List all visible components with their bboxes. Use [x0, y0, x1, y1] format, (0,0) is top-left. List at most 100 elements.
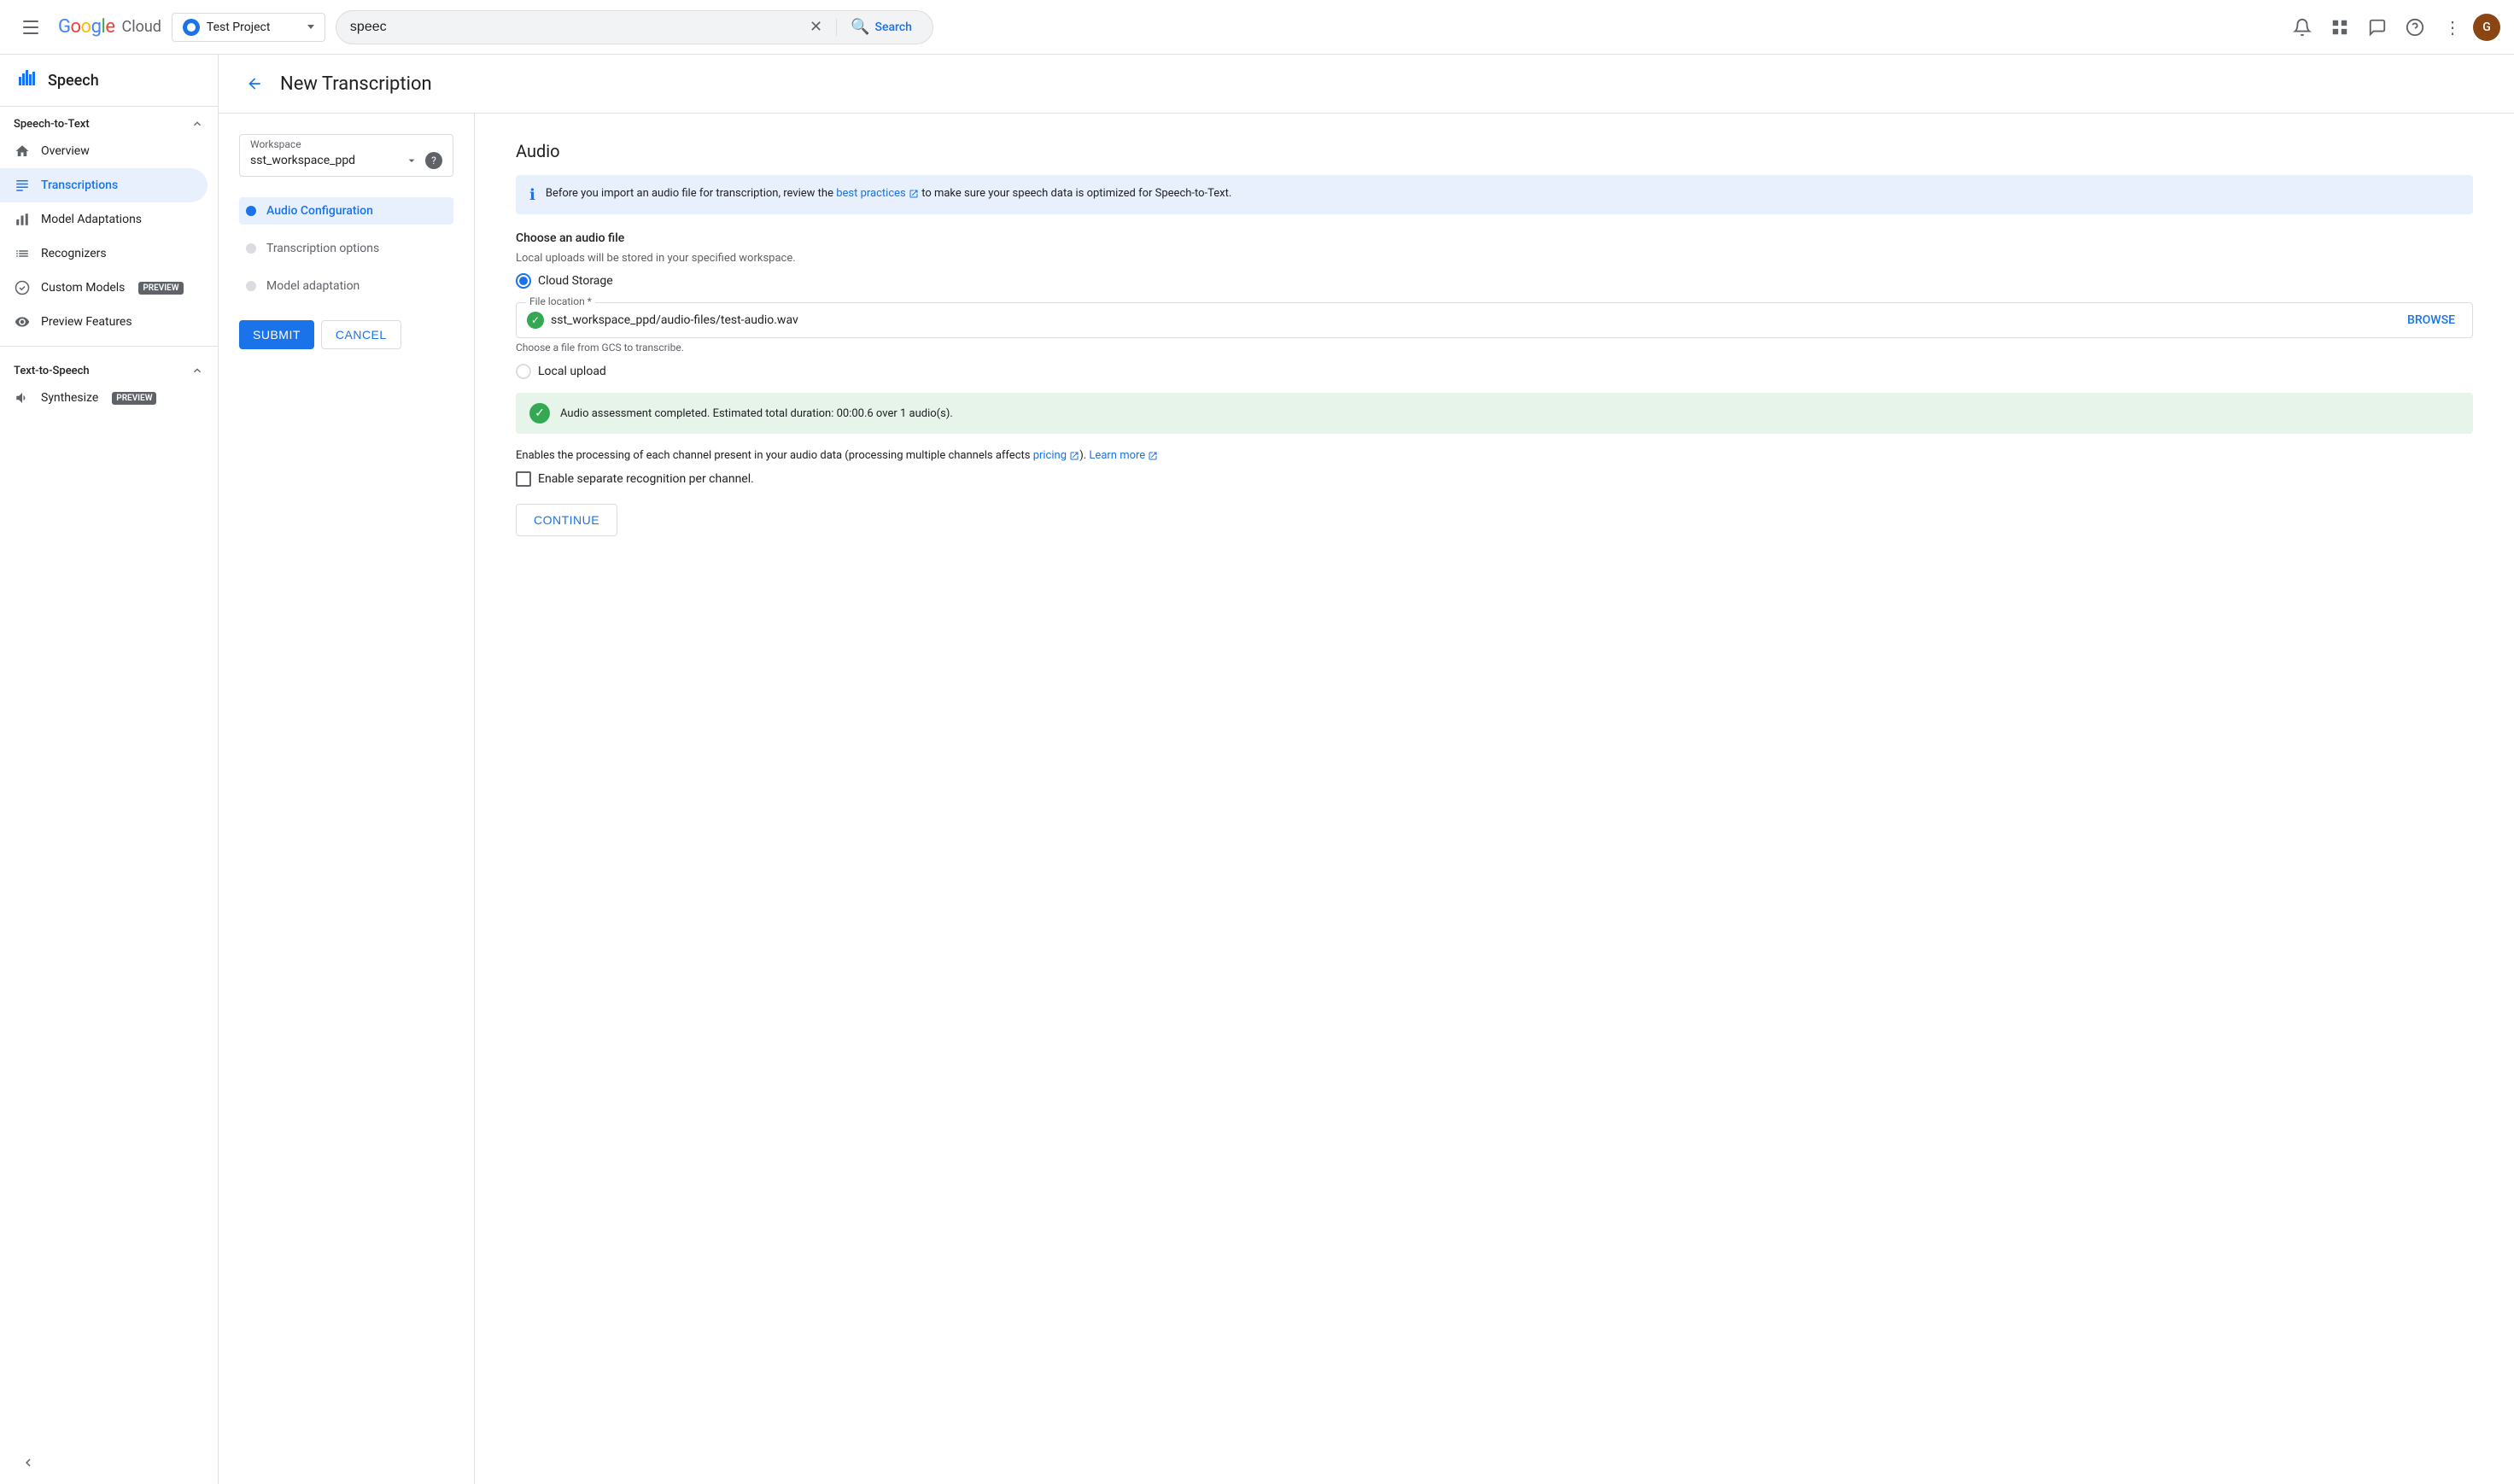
channel-checkbox[interactable] — [516, 471, 531, 487]
sidebar-header: Speech — [0, 55, 218, 107]
file-check-icon: ✓ — [527, 312, 544, 329]
search-input[interactable] — [350, 20, 803, 35]
divider — [0, 346, 218, 347]
project-selector[interactable]: Test Project — [172, 13, 325, 42]
wizard-content: Audio ℹ Before you import an audio file … — [475, 114, 2514, 1484]
visibility-icon — [14, 313, 31, 330]
synthesize-icon — [14, 389, 31, 406]
channel-section: Enables the processing of each channel p… — [516, 447, 2473, 487]
cloud-storage-radio[interactable] — [516, 273, 531, 289]
help-icon[interactable] — [2398, 10, 2432, 44]
channel-checkbox-row[interactable]: Enable separate recognition per channel. — [516, 471, 2473, 487]
google-cloud-logo[interactable]: Google Cloud — [58, 16, 161, 38]
sidebar-item-overview[interactable]: Overview — [0, 134, 208, 168]
sidebar-item-custom-models[interactable]: Custom Models PREVIEW — [0, 271, 208, 305]
notifications-icon[interactable] — [2285, 10, 2319, 44]
menu-button[interactable] — [14, 10, 48, 44]
file-location-container: File location * ✓ sst_workspace_ppd/audi… — [516, 302, 2473, 353]
step-label: Model adaptation — [266, 279, 360, 293]
sidebar-item-preview-features[interactable]: Preview Features — [0, 305, 208, 339]
cancel-button[interactable]: CANCEL — [321, 320, 401, 349]
wizard-steps: Audio Configuration Transcription option… — [239, 197, 453, 300]
more-vert-icon[interactable]: ⋮ — [2435, 10, 2470, 44]
top-navigation: Google Cloud Test Project ✕ 🔍 Search — [0, 0, 2514, 55]
workspace-help-icon[interactable]: ? — [425, 152, 442, 169]
sidebar-footer — [0, 1441, 218, 1484]
sidebar-item-recognizers[interactable]: Recognizers — [0, 237, 208, 271]
collapse-sidebar-button[interactable] — [14, 1448, 204, 1477]
choose-file-label: Choose an audio file — [516, 231, 2473, 245]
info-banner: ℹ Before you import an audio file for tr… — [516, 175, 2473, 214]
success-check-icon: ✓ — [529, 403, 550, 424]
file-helper-text: Choose a file from GCS to transcribe. — [516, 342, 2473, 353]
sidebar-item-label: Model Adaptations — [41, 213, 142, 226]
step-dot — [246, 243, 256, 254]
cloud-storage-option[interactable]: Cloud Storage — [516, 273, 2473, 289]
wizard-actions: SUBMIT CANCEL — [239, 320, 453, 349]
workspace-selector: Workspace sst_workspace_ppd ? — [239, 134, 453, 177]
channel-checkbox-label: Enable separate recognition per channel. — [538, 472, 754, 486]
step-label: Transcription options — [266, 242, 379, 255]
sidebar: Speech Speech-to-Text Overview Transcrip… — [0, 55, 219, 1484]
wizard-step-audio-config[interactable]: Audio Configuration — [239, 197, 453, 225]
sidebar-app-title: Speech — [48, 72, 99, 90]
wizard-step-transcription-options[interactable]: Transcription options — [239, 235, 453, 262]
sidebar-item-label: Overview — [41, 144, 90, 158]
audio-source-radio-group: Cloud Storage — [516, 273, 2473, 289]
workspace-dropdown-icon[interactable] — [405, 154, 418, 167]
continue-button[interactable]: CONTINUE — [516, 504, 617, 536]
wizard-left-panel: Workspace sst_workspace_ppd ? Audio Conf… — [219, 114, 475, 1484]
speech-to-text-section[interactable]: Speech-to-Text — [0, 107, 218, 134]
sidebar-item-synthesize[interactable]: Synthesize PREVIEW — [0, 381, 208, 415]
sidebar-item-label: Synthesize — [41, 391, 98, 405]
audio-title: Audio — [516, 141, 2473, 161]
best-practices-link[interactable]: best practices — [836, 187, 919, 200]
sidebar-item-transcriptions[interactable]: Transcriptions — [0, 168, 208, 202]
home-icon — [14, 143, 31, 160]
step-label: Audio Configuration — [266, 204, 373, 218]
submit-button[interactable]: SUBMIT — [239, 320, 314, 349]
custom-models-icon — [14, 279, 31, 296]
local-upload-radio[interactable] — [516, 364, 531, 379]
grid-icon[interactable] — [2323, 10, 2357, 44]
nav-icons: ⋮ G — [2285, 10, 2500, 44]
clear-search-icon[interactable]: ✕ — [803, 18, 829, 36]
channel-info-text: Enables the processing of each channel p… — [516, 447, 2473, 464]
main-layout: Speech Speech-to-Text Overview Transcrip… — [0, 55, 2514, 1484]
preview-badge: PREVIEW — [138, 282, 183, 295]
local-upload-radio-group: Local upload — [516, 364, 2473, 379]
bar-chart-icon — [14, 211, 31, 228]
success-banner: ✓ Audio assessment completed. Estimated … — [516, 393, 2473, 434]
content-area: New Transcription Workspace sst_workspac… — [219, 55, 2514, 1484]
page-title: New Transcription — [280, 73, 432, 95]
sidebar-item-label: Custom Models — [41, 281, 125, 295]
local-upload-note: Local uploads will be stored in your spe… — [516, 252, 2473, 265]
file-location-input[interactable]: ✓ sst_workspace_ppd/audio-files/test-aud… — [516, 302, 2473, 338]
file-location-label: File location * — [526, 295, 595, 307]
browse-button[interactable]: BROWSE — [2400, 310, 2462, 330]
text-to-speech-section[interactable]: Text-to-Speech — [0, 353, 218, 381]
chevron-down-icon — [307, 25, 314, 29]
speech-icon — [17, 68, 38, 92]
pricing-link[interactable]: pricing — [1033, 449, 1080, 462]
info-icon: ℹ — [529, 186, 535, 204]
workspace-label: Workspace — [250, 138, 442, 150]
sidebar-item-label: Recognizers — [41, 247, 107, 260]
list-icon — [14, 177, 31, 194]
search-button[interactable]: 🔍 Search — [844, 18, 919, 36]
search-bar[interactable]: ✕ 🔍 Search — [336, 10, 933, 44]
wizard-step-model-adaptation[interactable]: Model adaptation — [239, 272, 453, 300]
page-header: New Transcription — [219, 55, 2514, 114]
learn-more-link[interactable]: Learn more — [1089, 449, 1158, 462]
sidebar-item-model-adaptations[interactable]: Model Adaptations — [0, 202, 208, 237]
continue-btn-container: CONTINUE — [516, 504, 2473, 536]
back-button[interactable] — [239, 68, 270, 99]
project-icon — [183, 19, 200, 36]
chat-icon[interactable] — [2360, 10, 2394, 44]
local-upload-label: Local upload — [538, 365, 606, 378]
wizard-layout: Workspace sst_workspace_ppd ? Audio Conf… — [219, 114, 2514, 1484]
avatar[interactable]: G — [2473, 14, 2500, 41]
project-name: Test Project — [207, 20, 301, 34]
local-upload-option[interactable]: Local upload — [516, 364, 2473, 379]
workspace-section: Workspace sst_workspace_ppd ? — [239, 134, 453, 177]
